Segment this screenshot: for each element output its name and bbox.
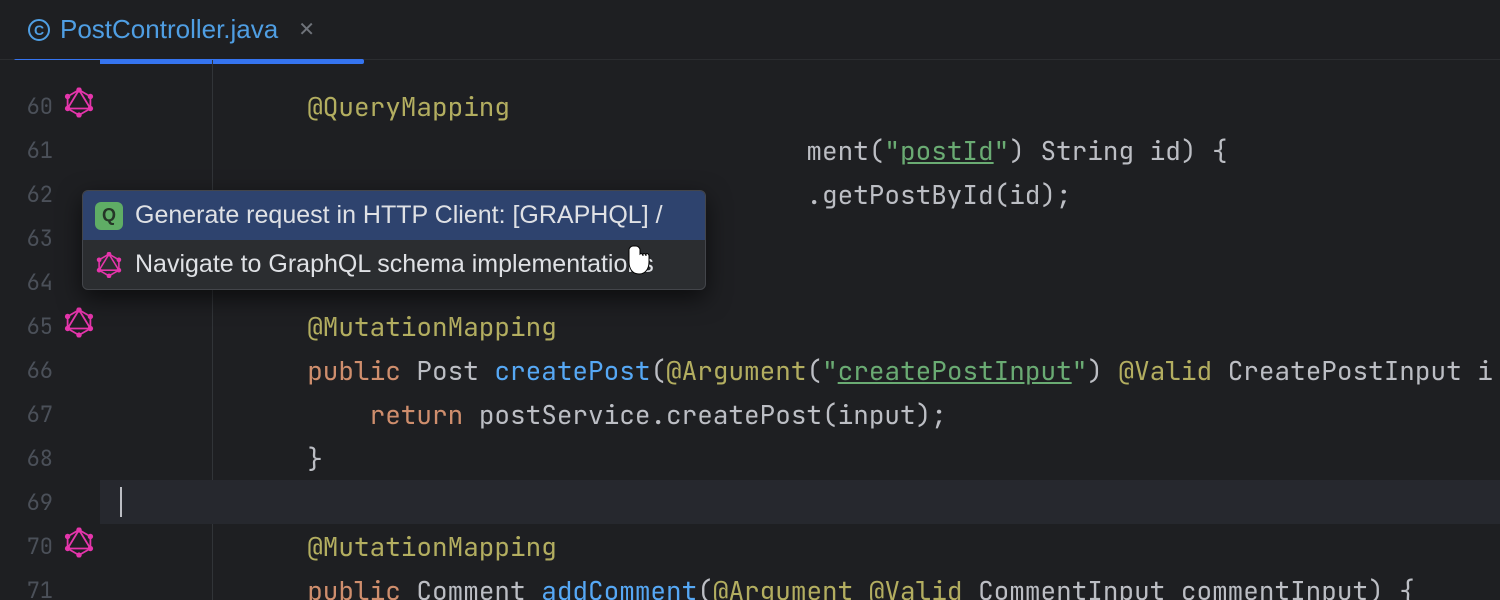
graphql-icon bbox=[95, 251, 123, 279]
intention-item-label: Generate request in HTTP Client: [GRAPHQ… bbox=[135, 201, 663, 230]
gutter-line-number[interactable]: 67 bbox=[0, 392, 99, 436]
graphql-icon[interactable] bbox=[64, 88, 94, 125]
gutter-line-number[interactable]: 68 bbox=[0, 436, 99, 480]
editor: 60 6162636465 6667686970 71 bbox=[0, 60, 1500, 600]
tab-bar: C PostController.java ✕ bbox=[0, 0, 1500, 60]
code-line-61[interactable]: ment("postId") String id) { bbox=[100, 128, 1500, 172]
file-tab[interactable]: C PostController.java ✕ bbox=[14, 0, 329, 59]
intention-item-label: Navigate to GraphQL schema implementatio… bbox=[135, 250, 654, 279]
graphql-icon[interactable] bbox=[64, 528, 94, 565]
code-line-70[interactable]: @MutationMapping bbox=[100, 524, 1500, 568]
gutter-line-number[interactable]: 71 bbox=[0, 568, 99, 600]
annotation: @MutationMapping bbox=[307, 529, 557, 564]
code-line-71[interactable]: public Comment addComment(@Argument @Val… bbox=[100, 568, 1500, 600]
code-line-66[interactable]: public Post createPost(@Argument("create… bbox=[100, 348, 1500, 392]
tab-title: PostController.java bbox=[60, 14, 278, 45]
gutter-line-number[interactable]: 69 bbox=[0, 480, 99, 524]
text-caret bbox=[120, 487, 122, 517]
gutter-line-number[interactable]: 60 bbox=[0, 84, 99, 128]
close-icon[interactable]: ✕ bbox=[298, 17, 315, 42]
gutter: 60 6162636465 6667686970 71 bbox=[0, 60, 100, 600]
graphql-icon[interactable] bbox=[64, 308, 94, 345]
code-line-69[interactable] bbox=[100, 480, 1500, 524]
annotation: @QueryMapping bbox=[307, 89, 510, 124]
gutter-line-number[interactable]: 66 bbox=[0, 348, 99, 392]
intention-item[interactable]: Q Generate request in HTTP Client: [GRAPH… bbox=[83, 191, 705, 240]
intention-item[interactable]: Navigate to GraphQL schema implementatio… bbox=[83, 240, 705, 289]
code-line-68[interactable]: } bbox=[100, 436, 1500, 480]
gutter-line-number[interactable]: 65 bbox=[0, 304, 99, 348]
annotation: @MutationMapping bbox=[307, 309, 557, 344]
code-line-67[interactable]: return postService.createPost(input); bbox=[100, 392, 1500, 436]
intention-popup: Q Generate request in HTTP Client: [GRAPH… bbox=[82, 190, 706, 290]
class-file-icon: C bbox=[28, 19, 50, 41]
gutter-line-number[interactable]: 70 bbox=[0, 524, 99, 568]
gutter-line-number[interactable]: 61 bbox=[0, 128, 99, 172]
query-action-icon: Q bbox=[95, 202, 123, 230]
code-line-60[interactable]: @QueryMapping bbox=[100, 84, 1500, 128]
code-line-65[interactable]: @MutationMapping bbox=[100, 304, 1500, 348]
code-area[interactable]: @QueryMapping ment("postId") String id) … bbox=[100, 60, 1500, 600]
